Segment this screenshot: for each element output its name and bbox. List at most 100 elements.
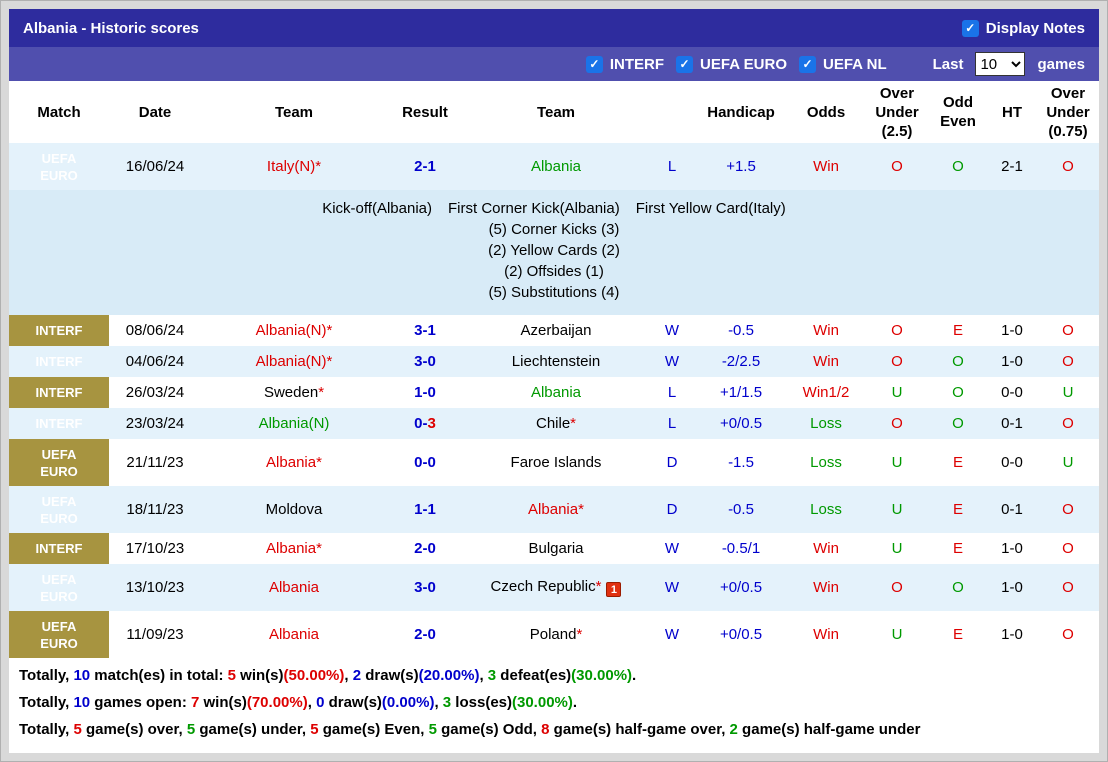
star-marker: * xyxy=(316,453,322,471)
team-name[interactable]: Albania xyxy=(269,579,319,596)
match-date: 21/11/23 xyxy=(126,453,184,471)
team-name[interactable]: Chile xyxy=(536,415,570,432)
uefa-nl-label: UEFA NL xyxy=(823,55,887,73)
summary-line: Totally, 10 games open: 7 win(s)(70.00%)… xyxy=(19,694,578,711)
match-date: 13/10/23 xyxy=(109,564,201,611)
match-result: 1-0 xyxy=(414,383,436,401)
result-letter: W xyxy=(664,321,680,339)
match-row: INTERF 04/06/24 Albania(N)* 3-0 Liechtenstei… xyxy=(9,346,1099,377)
over-under-25-value: U xyxy=(865,486,929,533)
col-header-handicap: Handicap xyxy=(695,81,787,143)
over-under-075-value: O xyxy=(1037,408,1099,439)
over-under-075-value: O xyxy=(1062,539,1074,557)
odds-value: Win xyxy=(813,625,839,643)
team-name[interactable]: Italy(N) xyxy=(267,158,315,175)
over-under-25-value: O xyxy=(865,143,929,190)
match-row: UEFA EURO 16/06/24 Italy(N)* 2-1 Albania L +1.5… xyxy=(9,143,1099,190)
team-name[interactable]: Poland xyxy=(530,626,577,643)
match-notes-row: Kick-off(Albania) First Corner Kick(Alban… xyxy=(9,190,1099,315)
team-cell: Chile* xyxy=(463,408,649,439)
odds-value: Loss xyxy=(787,408,865,439)
handicap-value: -2/2.5 xyxy=(695,346,787,377)
notes-line: (5) Substitutions (4) xyxy=(488,284,620,301)
match-date: 08/06/24 xyxy=(125,321,185,339)
display-notes-checkbox[interactable] xyxy=(961,19,979,37)
team-name[interactable]: Moldova xyxy=(266,501,323,518)
notes-header-line: Kick-off(Albania) First Corner Kick(Alban… xyxy=(322,200,786,217)
col-header-match: Match xyxy=(9,81,109,143)
odd-even-value: O xyxy=(929,564,987,611)
handicap-value: +1/1.5 xyxy=(719,383,763,401)
over-under-075-value: O xyxy=(1062,321,1074,339)
team-name[interactable]: Czech Republic xyxy=(491,578,596,595)
odds-value: Win xyxy=(813,321,839,339)
uefa-euro-checkbox[interactable] xyxy=(676,55,694,73)
filter-bar: INTERF UEFA EURO UEFA NL Last 10 games xyxy=(9,47,1099,81)
team-name[interactable]: Albania xyxy=(531,384,581,401)
summary-line: Totally, 5 game(s) over, 5 game(s) under… xyxy=(19,721,921,738)
app-frame: Albania - Historic scores Display Notes … xyxy=(0,0,1108,762)
match-date: 23/03/24 xyxy=(109,408,201,439)
summary: Totally, 10 match(es) in total: 5 win(s)… xyxy=(9,658,1099,743)
team-name[interactable]: Albania xyxy=(266,454,316,471)
odd-even-value: O xyxy=(929,143,987,190)
col-header-odd-even: Odd Even xyxy=(929,81,987,143)
match-result: 3-0 xyxy=(387,564,463,611)
over-under-25-value: O xyxy=(865,564,929,611)
handicap-value: -0.5 xyxy=(728,321,754,339)
team-cell: Azerbaijan xyxy=(463,315,649,346)
team-name[interactable]: Albania xyxy=(269,626,319,643)
display-notes-label: Display Notes xyxy=(985,19,1085,37)
team-cell: Albania xyxy=(463,143,649,190)
team-name[interactable]: Liechtenstein xyxy=(512,353,600,370)
star-marker: * xyxy=(315,157,322,175)
star-marker: * xyxy=(326,352,333,370)
match-date: 16/06/24 xyxy=(109,143,201,190)
col-header-team2: Team xyxy=(463,81,649,143)
competition-filter-interf: INTERF xyxy=(585,55,664,73)
team-name[interactable]: Albania xyxy=(528,501,578,518)
col-header-wld xyxy=(649,81,695,143)
notes-line: (5) Corner Kicks (3) xyxy=(488,221,620,238)
result-letter: L xyxy=(649,143,695,190)
team-name[interactable]: Albania(N) xyxy=(256,322,327,339)
games-label: games xyxy=(1037,55,1085,73)
team-cell: Albania(N) xyxy=(201,408,387,439)
match-result: 2-0 xyxy=(414,625,436,643)
league-badge: UEFA EURO xyxy=(9,564,109,611)
match-date: 17/10/23 xyxy=(125,539,185,557)
team-name[interactable]: Azerbaijan xyxy=(521,322,592,339)
team-name[interactable]: Albania(N) xyxy=(259,415,330,432)
match-date: 18/11/23 xyxy=(109,486,201,533)
page-title: Albania - Historic scores xyxy=(23,19,199,37)
team-name[interactable]: Sweden xyxy=(264,384,318,401)
odds-value: Win xyxy=(813,539,839,557)
red-card-icon: 1 xyxy=(606,582,622,598)
handicap-value: +0/0.5 xyxy=(695,408,787,439)
team-name[interactable]: Bulgaria xyxy=(528,540,583,557)
over-under-25-value: U xyxy=(891,539,903,557)
team-cell: Albania xyxy=(201,611,387,658)
odd-even-value: E xyxy=(952,453,963,471)
team-name[interactable]: Albania xyxy=(266,540,316,557)
team-cell: Albania xyxy=(201,564,387,611)
over-under-075-value: O xyxy=(1037,486,1099,533)
team-name[interactable]: Albania xyxy=(531,158,581,175)
team-cell: Albania* xyxy=(201,533,387,564)
match-row: INTERF 23/03/24 Albania(N) 0-3 Chile* L +0/0.5… xyxy=(9,408,1099,439)
match-row: UEFA EURO 18/11/23 Moldova 1-1 Albania* D -0.5 L… xyxy=(9,486,1099,533)
last-games-select[interactable]: 10 xyxy=(975,52,1026,76)
odds-value: Loss xyxy=(810,453,842,471)
star-marker: * xyxy=(576,625,583,643)
match-result: 0-0 xyxy=(414,453,436,471)
over-under-25-value: O xyxy=(865,408,929,439)
team-name[interactable]: Albania(N) xyxy=(256,353,327,370)
match-date: 11/09/23 xyxy=(126,625,184,643)
team-name[interactable]: Faroe Islands xyxy=(511,454,602,471)
col-header-odds: Odds xyxy=(787,81,865,143)
uefa-nl-checkbox[interactable] xyxy=(799,55,816,73)
league-badge: UEFA EURO xyxy=(9,486,109,533)
over-under-25-value: O xyxy=(891,321,903,339)
col-header-date: Date xyxy=(109,81,201,143)
interf-checkbox[interactable] xyxy=(585,55,603,73)
